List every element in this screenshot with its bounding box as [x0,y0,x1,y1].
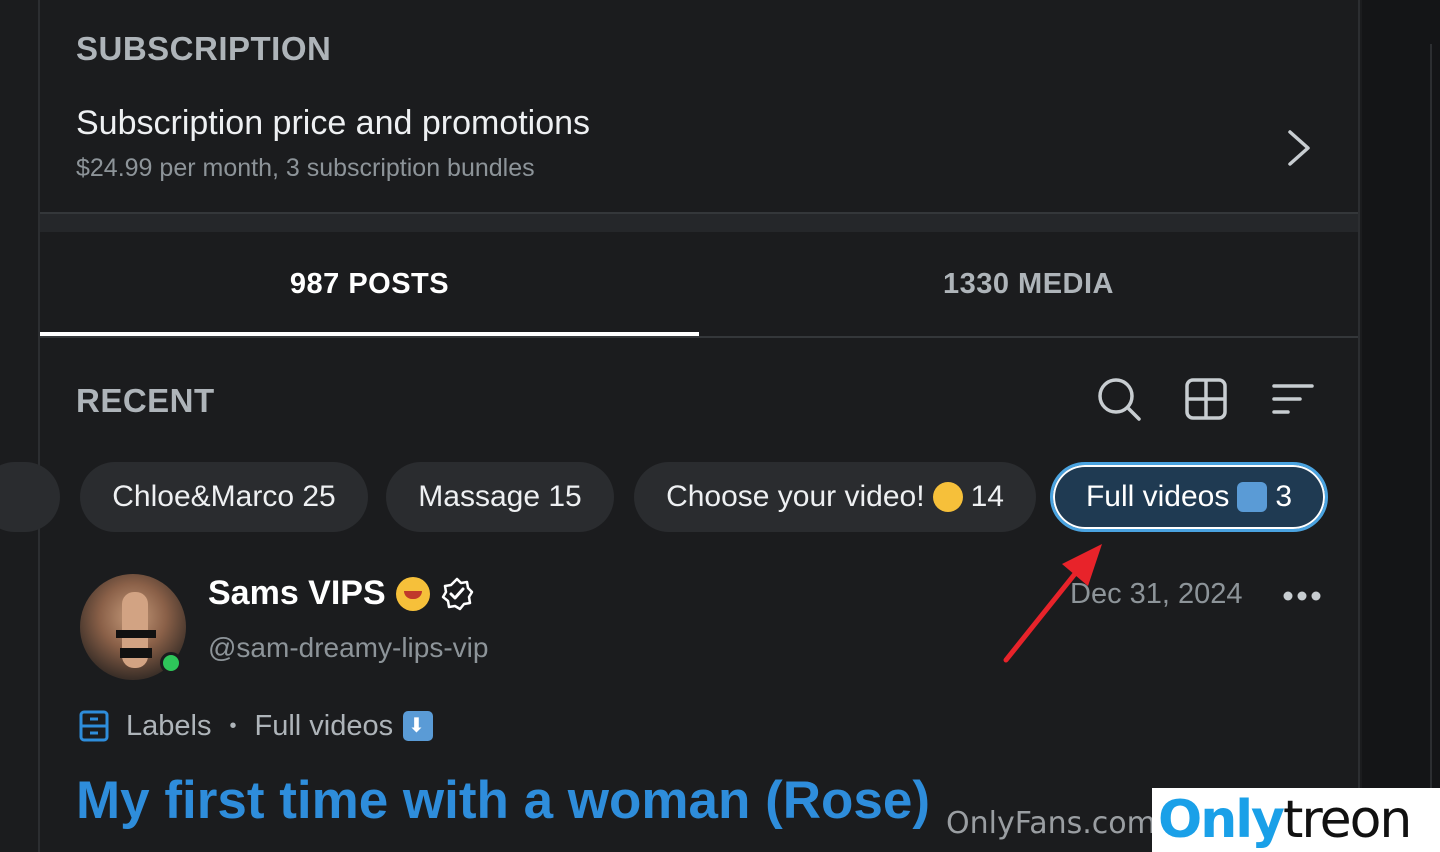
post-labels: Labels • Full videos [78,706,434,746]
subscription-detail: $24.99 per month, 3 subscription bundles [76,154,535,182]
watermark-text: OnlyFans.com [946,806,1156,841]
sort-icon[interactable] [1270,376,1316,422]
content-tabs: 987 POSTS 1330 MEDIA [40,232,1358,338]
author-handle[interactable]: @sam-dreamy-lips-vip [208,632,488,664]
watermark-brand-a: Only [1158,790,1285,850]
chip-count: 3 [1275,480,1293,513]
chip-label: Choose your video! [666,480,925,513]
page: SUBSCRIPTION Subscription price and prom… [0,0,1440,852]
down-arrow-icon [1237,482,1268,512]
chip-partial[interactable] [0,462,60,532]
watermark-logo: Only treon [1152,788,1440,852]
more-options-icon[interactable] [1280,584,1324,608]
scroll-edge [1430,44,1440,852]
post-title[interactable]: My first time with a woman (Rose) [76,770,930,831]
avatar-detail [120,648,152,658]
author-name: Sams VIPS [208,574,386,612]
post-date: Dec 31, 2024 [1070,578,1243,610]
labels-prefix: Labels [126,709,212,742]
author-name-row[interactable]: Sams VIPS [208,574,474,613]
online-status-dot [160,652,182,674]
grid-icon[interactable] [1183,376,1229,422]
right-edge [1362,0,1440,852]
chip-massage[interactable]: Massage 15 [386,462,614,532]
label-icon [79,710,109,742]
chevron-right-icon[interactable] [1280,126,1320,170]
tab-media[interactable]: 1330 MEDIA [699,232,1358,336]
subscription-title: Subscription price and promotions [76,104,591,142]
watermark-brand-b: treon [1282,790,1412,850]
section-divider [40,212,1358,232]
hearts-emoji-icon [395,576,430,611]
separator-dot: • [229,714,237,737]
verified-badge-icon [441,577,473,610]
chip-count: 14 [970,480,1004,513]
down-arrow-icon [403,711,434,741]
label-link[interactable]: Full videos [254,710,393,743]
subscription-heading: SUBSCRIPTION [76,30,332,67]
chip-choose-your-video[interactable]: Choose your video! 14 [634,462,1036,532]
halo-emoji-icon [932,482,963,512]
avatar-detail [116,630,156,638]
active-tab-indicator [40,332,699,336]
chip-full-videos[interactable]: Full videos 3 [1050,462,1328,532]
profile-panel: SUBSCRIPTION Subscription price and prom… [0,0,1360,852]
recent-heading: RECENT [76,382,215,419]
search-icon[interactable] [1096,376,1142,422]
tab-posts[interactable]: 987 POSTS [40,232,699,336]
chip-label: Full videos [1085,480,1230,513]
chip-chloe-marco[interactable]: Chloe&Marco 25 [80,462,368,532]
